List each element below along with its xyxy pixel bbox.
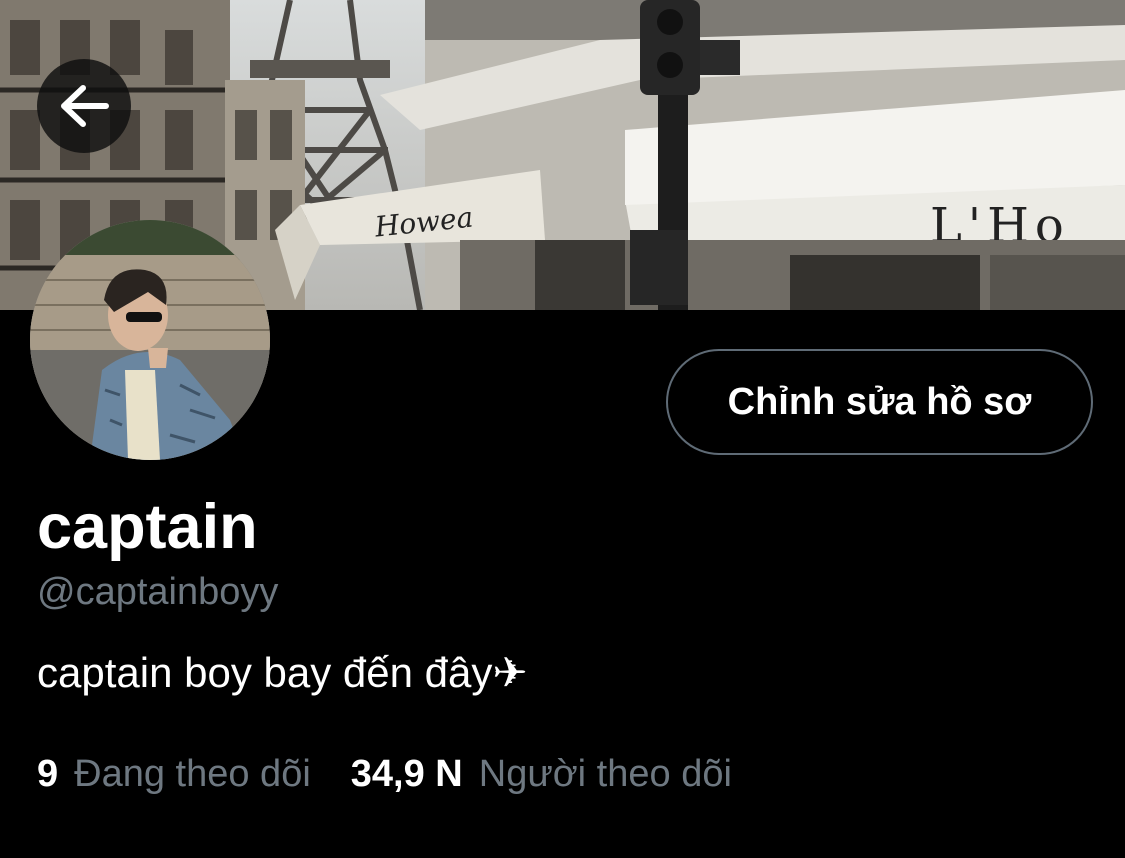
followers-stat[interactable]: 34,9 N Người theo dõi — [351, 755, 732, 793]
back-button[interactable] — [37, 59, 131, 153]
arrow-left-icon — [61, 85, 109, 127]
avatar-image — [30, 220, 270, 460]
following-stat[interactable]: 9 Đang theo dõi — [37, 755, 311, 793]
profile-bio: captain boy bay đến đây✈ — [37, 649, 528, 696]
username-handle: @captainboyy — [37, 571, 279, 613]
followers-label: Người theo dõi — [478, 753, 732, 795]
following-label: Đang theo dõi — [74, 753, 311, 795]
following-count: 9 — [37, 753, 59, 795]
display-name: captain — [37, 492, 258, 562]
follow-stats: 9 Đang theo dõi 34,9 N Người theo dõi — [37, 755, 732, 793]
edit-profile-button[interactable]: Chỉnh sửa hồ sơ — [666, 349, 1093, 455]
avatar[interactable] — [30, 220, 270, 460]
followers-count: 34,9 N — [350, 753, 463, 795]
